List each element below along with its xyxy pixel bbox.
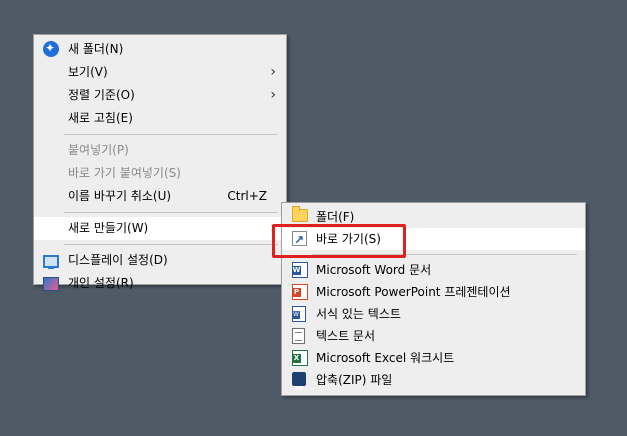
menu-item-label: Microsoft Word 문서 bbox=[316, 263, 432, 277]
highlight-annotation-box bbox=[272, 224, 406, 258]
menu-item-label: 새로 만들기(W) bbox=[68, 221, 149, 235]
menu-item-label: Microsoft Excel 워크시트 bbox=[316, 351, 455, 365]
chevron-right-icon: › bbox=[270, 64, 276, 80]
menu-separator bbox=[64, 244, 278, 245]
submenu-item-zip[interactable]: 압축(ZIP) 파일 bbox=[282, 369, 585, 400]
menu-item-label: 새 폴더(N) bbox=[68, 42, 124, 56]
menu-item-label: 서식 있는 텍스트 bbox=[316, 307, 401, 321]
menu-separator bbox=[64, 134, 278, 135]
menu-item-label: 붙여넣기(P) bbox=[68, 143, 129, 157]
menu-item-undo-rename[interactable]: 이름 바꾸기 취소(U) Ctrl+Z bbox=[34, 185, 286, 208]
excel-icon bbox=[292, 350, 308, 366]
submenu-item-powerpoint[interactable]: Microsoft PowerPoint 프레젠테이션 bbox=[282, 281, 585, 303]
new-folder-icon bbox=[43, 37, 59, 60]
text-document-icon bbox=[292, 328, 305, 344]
menu-item-new[interactable]: 새로 만들기(W) › bbox=[34, 217, 286, 240]
menu-item-paste[interactable]: 붙여넣기(P) bbox=[34, 139, 286, 162]
powerpoint-icon bbox=[292, 284, 308, 300]
menu-item-sort-by[interactable]: 정렬 기준(O) › bbox=[34, 84, 286, 107]
menu-item-view[interactable]: 보기(V) › bbox=[34, 61, 286, 84]
menu-item-label: 폴더(F) bbox=[316, 210, 355, 224]
keyboard-shortcut: Ctrl+Z bbox=[227, 189, 267, 203]
menu-item-label: Microsoft PowerPoint 프레젠테이션 bbox=[316, 285, 511, 299]
menu-item-display-settings[interactable]: 디스플레이 설정(D) bbox=[34, 249, 286, 272]
menu-item-personalize[interactable]: 개인 설정(R) bbox=[34, 272, 286, 295]
menu-item-label: 이름 바꾸기 취소(U) bbox=[68, 189, 172, 203]
zip-icon bbox=[292, 372, 306, 400]
menu-separator bbox=[64, 212, 278, 213]
menu-item-label: 바로 가기 붙여넣기(S) bbox=[68, 166, 181, 180]
menu-item-label: 개인 설정(R) bbox=[68, 276, 134, 290]
submenu-item-text-document[interactable]: 텍스트 문서 bbox=[282, 325, 585, 347]
menu-item-refresh[interactable]: 새로 고침(E) bbox=[34, 107, 286, 130]
menu-item-label: 텍스트 문서 bbox=[316, 329, 376, 343]
submenu-item-rich-text[interactable]: 서식 있는 텍스트 bbox=[282, 303, 585, 325]
menu-item-label: 새로 고침(E) bbox=[68, 111, 133, 125]
chevron-right-icon: › bbox=[270, 87, 276, 103]
submenu-item-word[interactable]: Microsoft Word 문서 bbox=[282, 259, 585, 281]
menu-item-label: 보기(V) bbox=[68, 65, 108, 79]
rich-text-icon bbox=[292, 306, 306, 322]
menu-item-label: 정렬 기준(O) bbox=[68, 88, 135, 102]
menu-item-paste-shortcut[interactable]: 바로 가기 붙여넣기(S) bbox=[34, 162, 286, 185]
menu-item-label: 압축(ZIP) 파일 bbox=[316, 373, 393, 387]
personalize-icon bbox=[43, 277, 59, 291]
menu-item-new-folder[interactable]: 새 폴더(N) bbox=[34, 37, 286, 61]
display-icon bbox=[43, 255, 59, 269]
desktop-context-menu: 새 폴더(N) 보기(V) › 정렬 기준(O) › 새로 고침(E) 붙여넣기… bbox=[33, 34, 287, 291]
submenu-item-excel[interactable]: Microsoft Excel 워크시트 bbox=[282, 347, 585, 369]
menu-item-label: 디스플레이 설정(D) bbox=[68, 253, 168, 267]
word-icon bbox=[292, 262, 308, 278]
folder-icon bbox=[292, 206, 308, 222]
